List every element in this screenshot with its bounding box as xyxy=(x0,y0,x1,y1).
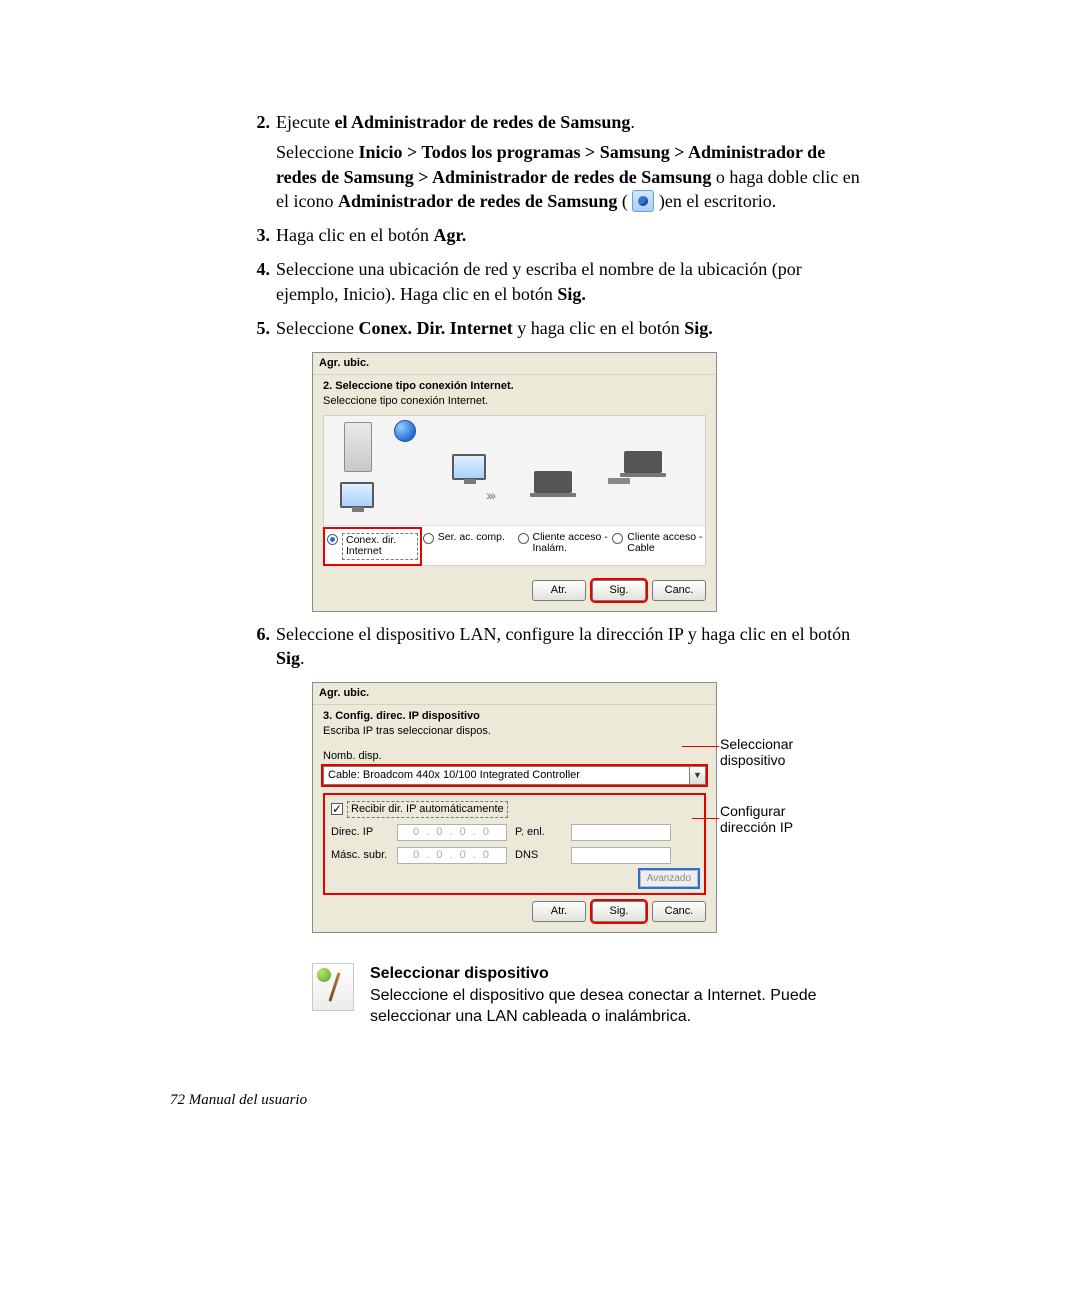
radio-icon xyxy=(327,534,338,545)
step-2: 2. Ejecute el Administrador de redes de … xyxy=(240,110,860,213)
desktop-monitor-icon xyxy=(452,454,486,480)
cancel-button[interactable]: Canc. xyxy=(652,580,706,601)
note-select-device: Seleccionar dispositivo Seleccione el di… xyxy=(312,963,860,1028)
dns-label: DNS xyxy=(515,848,563,863)
mask-input[interactable]: 0 . 0 . 0 . 0 xyxy=(397,847,507,864)
step-number: 2. xyxy=(240,110,270,134)
callout-configure-ip: Configurar dirección IP xyxy=(720,803,840,835)
laptop-icon xyxy=(624,451,662,473)
step-4: 4. Seleccione una ubicación de red y esc… xyxy=(240,257,860,306)
ip-input[interactable]: 0 . 0 . 0 . 0 xyxy=(397,824,507,841)
wizard-step-heading: 3. Config. direc. IP dispositivo xyxy=(323,709,706,724)
mask-label: Másc. subr. xyxy=(331,848,389,863)
step-5: 5. Seleccione Conex. Dir. Internet y hag… xyxy=(240,316,860,612)
wireless-signal-icon: ››› xyxy=(486,486,494,505)
step-3: 3. Haga clic en el botón Agr. xyxy=(240,223,860,247)
connection-type-radios: Conex. dir. Internet Ser. ac. comp. Clie… xyxy=(324,528,705,565)
page-footer: 72 Manual del usuario xyxy=(170,1092,307,1109)
device-select[interactable]: Cable: Broadcom 440x 10/100 Integrated C… xyxy=(323,766,706,785)
wizard-connection-type: Agr. ubic. 2. Seleccione tipo conexión I… xyxy=(312,352,717,611)
gateway-input[interactable]: . xyxy=(571,824,671,841)
step-number: 6. xyxy=(240,622,270,646)
auto-ip-checkbox[interactable]: Recibir dir. IP automáticamente xyxy=(331,801,698,818)
advanced-button[interactable]: Avanzado xyxy=(640,870,698,888)
internet-globe-icon xyxy=(394,420,416,442)
network-manager-icon xyxy=(632,190,654,212)
modem-icon xyxy=(608,478,630,484)
radio-shared-access[interactable]: Ser. ac. comp. xyxy=(421,528,516,565)
wizard-title: Agr. ubic. xyxy=(313,683,716,705)
step-number: 4. xyxy=(240,257,270,281)
back-button[interactable]: Atr. xyxy=(532,901,586,922)
next-button[interactable]: Sig. xyxy=(592,901,646,922)
cancel-button[interactable]: Canc. xyxy=(652,901,706,922)
pencil-note-icon xyxy=(312,963,354,1011)
chevron-down-icon: ▼ xyxy=(689,767,705,784)
callout-line xyxy=(692,818,719,819)
gateway-label: P. enl. xyxy=(515,825,563,840)
back-button[interactable]: Atr. xyxy=(532,580,586,601)
step-number: 3. xyxy=(240,223,270,247)
note-title: Seleccionar dispositivo xyxy=(370,963,860,985)
radio-direct-internet[interactable]: Conex. dir. Internet xyxy=(323,527,422,566)
server-tower-icon xyxy=(344,422,372,472)
device-select-value: Cable: Broadcom 440x 10/100 Integrated C… xyxy=(324,768,689,783)
checkbox-icon xyxy=(331,803,343,815)
device-name-label: Nomb. disp. xyxy=(323,749,706,764)
step-number: 5. xyxy=(240,316,270,340)
dns-input[interactable]: . xyxy=(571,847,671,864)
ip-label: Direc. IP xyxy=(331,825,389,840)
radio-icon xyxy=(518,533,529,544)
laptop-icon xyxy=(534,471,572,493)
wizard-step-subtext: Escriba IP tras seleccionar dispos. xyxy=(323,724,706,739)
step-2-line1: Ejecute el Administrador de redes de Sam… xyxy=(276,112,635,132)
next-button[interactable]: Sig. xyxy=(592,580,646,601)
radio-wireless-client[interactable]: Cliente acceso - Inalám. xyxy=(516,528,611,565)
callout-select-device: Seleccionar dispositivo xyxy=(720,736,840,768)
radio-icon xyxy=(423,533,434,544)
wizard-ip-config: Agr. ubic. 3. Config. direc. IP disposit… xyxy=(312,682,717,933)
radio-icon xyxy=(612,533,623,544)
radio-cable-client[interactable]: Cliente acceso - Cable xyxy=(610,528,705,565)
wizard-title: Agr. ubic. xyxy=(313,353,716,375)
note-body: Seleccione el dispositivo que desea cone… xyxy=(370,985,860,1028)
callout-line xyxy=(682,746,719,747)
desktop-monitor-icon xyxy=(340,482,374,508)
ip-config-frame: Recibir dir. IP automáticamente Direc. I… xyxy=(323,793,706,895)
wizard-step-heading: 2. Seleccione tipo conexión Internet. xyxy=(323,379,706,394)
wizard-step-subtext: Seleccione tipo conexión Internet. xyxy=(323,394,706,409)
step-2-line2: Seleccione Inicio > Todos los programas … xyxy=(276,142,860,211)
network-diagram: ››› xyxy=(324,416,705,526)
